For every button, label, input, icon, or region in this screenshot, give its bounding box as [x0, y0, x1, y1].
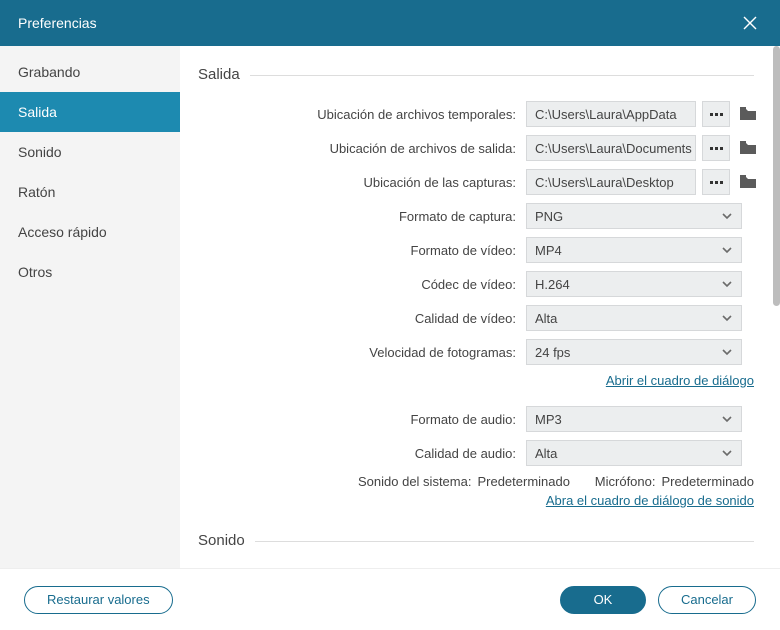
preferences-window: Preferencias Grabando Salida Sonido Rató…: [0, 0, 780, 630]
row-video-codec: Códec de vídeo: H.264: [198, 271, 754, 297]
select-value: Alta: [535, 311, 557, 326]
restore-defaults-button[interactable]: Restaurar valores: [24, 586, 173, 614]
input-output-location[interactable]: C:\Users\Laura\Documents: [526, 135, 696, 161]
titlebar: Preferencias: [0, 0, 780, 46]
select-value: PNG: [535, 209, 563, 224]
row-video-format: Formato de vídeo: MP4: [198, 237, 754, 263]
open-folder-output[interactable]: [736, 135, 760, 161]
select-value: Alta: [535, 446, 557, 461]
microphone-value: Predeterminado: [662, 474, 755, 489]
footer: Restaurar valores OK Cancelar: [0, 568, 780, 630]
label-capture-format: Formato de captura:: [198, 209, 518, 224]
microphone-label: Micrófono: [595, 474, 656, 489]
row-frame-rate: Velocidad de fotogramas: 24 fps: [198, 339, 754, 365]
select-value: 24 fps: [535, 345, 570, 360]
chevron-down-icon: [721, 413, 733, 425]
label-output-location: Ubicación de archivos de salida:: [198, 141, 518, 156]
row-video-quality: Calidad de vídeo: Alta: [198, 305, 754, 331]
ok-button[interactable]: OK: [560, 586, 646, 614]
select-video-quality[interactable]: Alta: [526, 305, 742, 331]
browse-output-location[interactable]: [702, 135, 730, 161]
label-temp-location: Ubicación de archivos temporales:: [198, 107, 518, 122]
row-audio-format: Formato de audio: MP3: [198, 406, 754, 432]
chevron-down-icon: [721, 447, 733, 459]
open-folder-temp[interactable]: [736, 101, 760, 127]
browse-capture-location[interactable]: [702, 169, 730, 195]
label-video-format: Formato de vídeo:: [198, 243, 518, 258]
folder-icon: [739, 175, 757, 189]
select-value: MP4: [535, 243, 562, 258]
sidebar: Grabando Salida Sonido Ratón Acceso rápi…: [0, 46, 180, 568]
chevron-down-icon: [721, 278, 733, 290]
section-title-sonido: Sonido: [198, 532, 754, 549]
close-button[interactable]: [738, 11, 762, 35]
sidebar-item-sonido[interactable]: Sonido: [0, 132, 180, 172]
link-open-dialog-row: Abrir el cuadro de diálogo: [198, 373, 754, 388]
sidebar-item-raton[interactable]: Ratón: [0, 172, 180, 212]
browse-temp-location[interactable]: [702, 101, 730, 127]
sidebar-item-otros[interactable]: Otros: [0, 252, 180, 292]
scrollbar-thumb[interactable]: [773, 46, 780, 306]
open-folder-capture[interactable]: [736, 169, 760, 195]
label-video-quality: Calidad de vídeo:: [198, 311, 518, 326]
select-value: H.264: [535, 277, 570, 292]
select-value: MP3: [535, 412, 562, 427]
folder-icon: [739, 141, 757, 155]
audio-devices-info: Sonido del sistema Predeterminado Micróf…: [198, 474, 754, 489]
sidebar-item-grabando[interactable]: Grabando: [0, 52, 180, 92]
label-capture-location: Ubicación de las capturas:: [198, 175, 518, 190]
select-capture-format[interactable]: PNG: [526, 203, 742, 229]
input-temp-location[interactable]: C:\Users\Laura\AppData: [526, 101, 696, 127]
select-video-format[interactable]: MP4: [526, 237, 742, 263]
sidebar-item-salida[interactable]: Salida: [0, 92, 180, 132]
system-sound-slider[interactable]: [372, 567, 692, 568]
row-output-location: Ubicación de archivos de salida: C:\User…: [198, 135, 754, 161]
select-audio-format[interactable]: MP3: [526, 406, 742, 432]
label-audio-format: Formato de audio:: [198, 412, 518, 427]
label-frame-rate: Velocidad de fotogramas:: [198, 345, 518, 360]
row-capture-format: Formato de captura: PNG: [198, 203, 754, 229]
chevron-down-icon: [721, 244, 733, 256]
link-open-sound-dialog[interactable]: Abra el cuadro de diálogo de sonido: [546, 493, 754, 508]
cancel-button[interactable]: Cancelar: [658, 586, 756, 614]
label-audio-quality: Calidad de audio:: [198, 446, 518, 461]
close-icon: [742, 15, 758, 31]
main-panel: Salida Ubicación de archivos temporales:…: [180, 46, 780, 568]
row-system-sound-slider: Sonido del sistema:: [198, 567, 754, 568]
row-temp-location: Ubicación de archivos temporales: C:\Use…: [198, 101, 754, 127]
section-title-salida: Salida: [198, 66, 754, 83]
select-video-codec[interactable]: H.264: [526, 271, 742, 297]
row-audio-quality: Calidad de audio: Alta: [198, 440, 754, 466]
chevron-down-icon: [721, 312, 733, 324]
link-open-dialog[interactable]: Abrir el cuadro de diálogo: [606, 373, 754, 388]
folder-icon: [739, 107, 757, 121]
select-frame-rate[interactable]: 24 fps: [526, 339, 742, 365]
select-audio-quality[interactable]: Alta: [526, 440, 742, 466]
chevron-down-icon: [721, 346, 733, 358]
system-sound-value: Predeterminado: [477, 474, 570, 489]
input-capture-location[interactable]: C:\Users\Laura\Desktop: [526, 169, 696, 195]
row-capture-location: Ubicación de las capturas: C:\Users\Laur…: [198, 169, 754, 195]
chevron-down-icon: [721, 210, 733, 222]
system-sound-label: Sonido del sistema: [358, 474, 471, 489]
window-title: Preferencias: [18, 15, 97, 31]
label-video-codec: Códec de vídeo:: [198, 277, 518, 292]
sidebar-item-acceso-rapido[interactable]: Acceso rápido: [0, 212, 180, 252]
link-open-sound-dialog-row: Abra el cuadro de diálogo de sonido: [198, 493, 754, 508]
